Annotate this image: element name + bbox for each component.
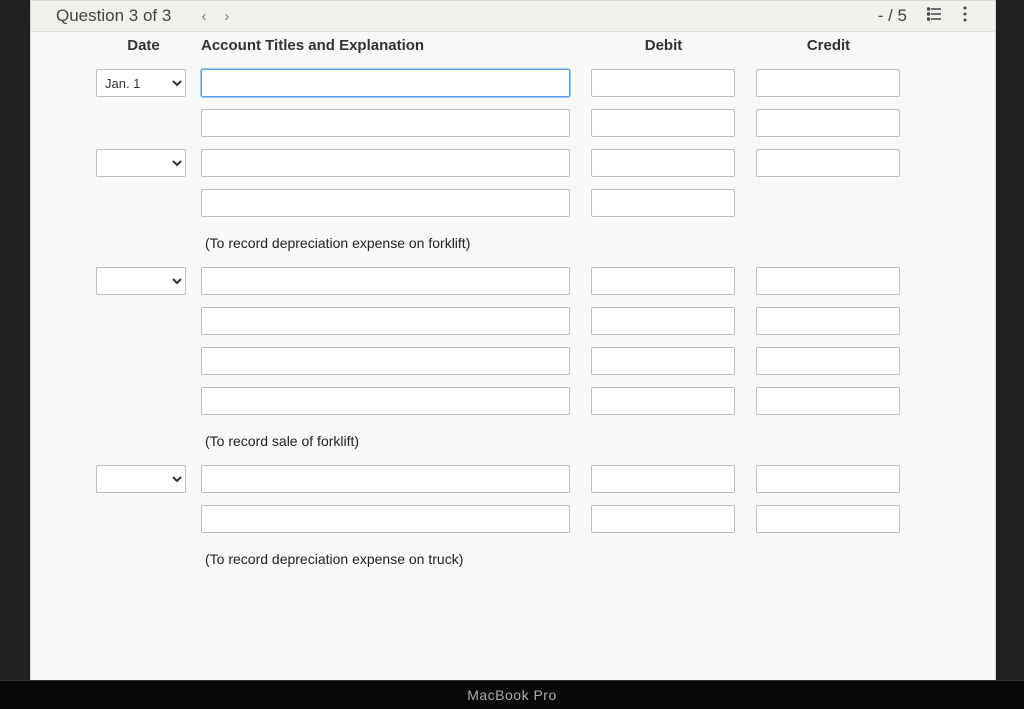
debit-input[interactable]: [591, 109, 735, 137]
debit-input[interactable]: [591, 347, 735, 375]
debit-input[interactable]: [591, 307, 735, 335]
explanation-row: (To record depreciation expense on truck…: [96, 545, 960, 571]
explanation-text: (To record depreciation expense on truck…: [201, 545, 571, 571]
journal-row: [96, 307, 960, 335]
credit-input[interactable]: [756, 505, 900, 533]
account-input[interactable]: [201, 189, 570, 217]
score-display: - / 5: [878, 6, 907, 26]
explanation-row: (To record sale of forklift): [96, 427, 960, 453]
credit-input[interactable]: [756, 149, 900, 177]
account-input[interactable]: [201, 387, 570, 415]
credit-input[interactable]: [756, 267, 900, 295]
journal-row: [96, 505, 960, 533]
account-input[interactable]: [201, 505, 570, 533]
credit-input[interactable]: [756, 387, 900, 415]
header-date: Date: [96, 37, 191, 54]
debit-input[interactable]: [591, 189, 735, 217]
date-select[interactable]: [96, 149, 186, 177]
account-input[interactable]: [201, 69, 570, 97]
debit-input[interactable]: [591, 149, 735, 177]
toolbar: Question 3 of 3 ‹ › - / 5: [31, 1, 995, 32]
account-input[interactable]: [201, 347, 570, 375]
journal-entry-area: Date Account Titles and Explanation Debi…: [31, 31, 995, 681]
debit-input[interactable]: [591, 465, 735, 493]
question-indicator: Question 3 of 3: [56, 6, 171, 26]
next-question-button[interactable]: ›: [224, 8, 229, 25]
header-credit: Credit: [756, 37, 901, 54]
more-menu-icon[interactable]: [963, 6, 967, 27]
credit-input[interactable]: [756, 347, 900, 375]
list-icon[interactable]: [927, 6, 943, 27]
account-input[interactable]: [201, 307, 570, 335]
header-debit: Debit: [591, 37, 736, 54]
explanation-text: (To record sale of forklift): [201, 427, 571, 453]
debit-input[interactable]: [591, 387, 735, 415]
account-input[interactable]: [201, 267, 570, 295]
journal-row: [96, 189, 960, 217]
date-select[interactable]: [96, 267, 186, 295]
debit-input[interactable]: [591, 69, 735, 97]
credit-input[interactable]: [756, 109, 900, 137]
debit-input[interactable]: [591, 505, 735, 533]
journal-row: [96, 149, 960, 177]
assignment-page: Question 3 of 3 ‹ › - / 5 Date Account T…: [30, 0, 996, 682]
credit-input[interactable]: [756, 307, 900, 335]
credit-input[interactable]: [756, 69, 900, 97]
journal-row: [96, 465, 960, 493]
question-nav: ‹ ›: [201, 8, 229, 25]
explanation-text: (To record depreciation expense on forkl…: [201, 229, 571, 255]
debit-input[interactable]: [591, 267, 735, 295]
credit-input[interactable]: [756, 465, 900, 493]
explanation-row: (To record depreciation expense on forkl…: [96, 229, 960, 255]
journal-row: [96, 347, 960, 375]
date-select[interactable]: Jan. 1: [96, 69, 186, 97]
laptop-bezel-label: MacBook Pro: [0, 680, 1024, 709]
viewport: Question 3 of 3 ‹ › - / 5 Date Account T…: [0, 0, 1024, 709]
journal-row: [96, 267, 960, 295]
journal-row: [96, 387, 960, 415]
account-input[interactable]: [201, 465, 570, 493]
journal-row: Jan. 1: [96, 69, 960, 97]
account-input[interactable]: [201, 149, 570, 177]
journal-row: [96, 109, 960, 137]
account-input[interactable]: [201, 109, 570, 137]
date-select[interactable]: [96, 465, 186, 493]
header-account: Account Titles and Explanation: [191, 37, 571, 54]
prev-question-button[interactable]: ‹: [201, 8, 206, 25]
column-headers: Date Account Titles and Explanation Debi…: [96, 31, 960, 59]
journal-rows: Jan. 1: [96, 69, 960, 571]
